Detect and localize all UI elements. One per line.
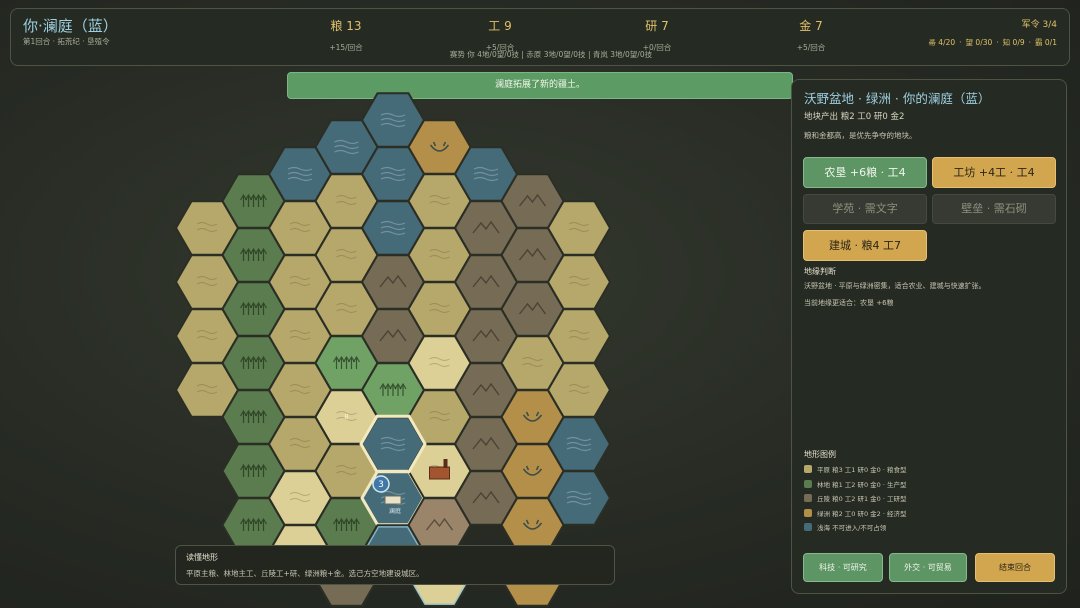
resource-food: 粮 13 +15/回合 xyxy=(291,17,401,53)
quota-sep: · xyxy=(1028,38,1032,47)
quota-knowledge: 知 0/9 xyxy=(1002,38,1025,47)
tile-info-panel: 沃野盆地 · 绿洲 · 你的澜庭（蓝） 地块产出 粮2 工0 研0 金2 粮和金… xyxy=(791,79,1067,594)
resource-food-delta: +15/回合 xyxy=(329,43,363,52)
victory-quotas: 帚 4/20 · 望 0/30 · 知 0/9 · 霸 0/1 xyxy=(924,37,1057,48)
legend-label: 丘陵 粮0 工2 研1 金0 · 工研型 xyxy=(817,495,907,504)
legend-item: 平原 粮3 工1 研0 金0 · 粮食型 xyxy=(804,462,907,477)
build-farm-button[interactable]: 农垦 +6粮 · 工4 xyxy=(803,157,927,188)
resource-gold-value: 金 7 xyxy=(799,19,823,33)
legend-swatch xyxy=(804,523,812,532)
resource-research: 研 7 +0/回合 xyxy=(602,17,712,53)
quota-sep: · xyxy=(996,38,999,47)
legend-item: 浅海 不可进入/不可占领 xyxy=(804,520,907,535)
legend-item: 绿洲 粮2 工0 研0 金2 · 经济型 xyxy=(804,506,907,521)
legend-swatch xyxy=(804,479,812,488)
tile-title: 沃野盆地 · 绿洲 · 你的澜庭（蓝） xyxy=(804,91,991,106)
end-turn-button[interactable]: 结束回合 xyxy=(975,553,1055,582)
race-status: 赛势 你 4地/0望/0技 | 赤原 3地/0望/0技 | 青岚 3地/0望/0… xyxy=(449,50,653,59)
geo-judgement-title: 地缘判断 xyxy=(804,267,836,276)
quota-prestige: 望 0/30 xyxy=(965,38,993,47)
quota-dominance: 霸 0/1 xyxy=(1035,38,1057,47)
legend-label: 浅海 不可进入/不可占领 xyxy=(817,524,887,533)
quota-land: 帚 4/20 xyxy=(928,38,956,47)
build-city-button[interactable]: 建城 · 粮4 工7 xyxy=(803,230,927,261)
tech-button[interactable]: 科技 · 可研究 xyxy=(803,553,883,582)
resource-industry-value: 工 9 xyxy=(488,19,512,33)
legend-label: 林地 粮1 工2 研0 金0 · 生产型 xyxy=(817,480,907,489)
tile-yield: 地块产出 粮2 工0 研0 金2 xyxy=(804,112,905,122)
build-fort-button[interactable]: 壁垒 · 需石砌 xyxy=(932,194,1056,224)
turn-info: 第1回合 · 拓荒纪 · 垦殖令 xyxy=(23,37,110,46)
legend-swatch xyxy=(804,465,812,474)
hint-box: 读懂地形 平原主粮、林地主工、丘陵工+研、绿洲粮+金。选己方空地建设城区。 xyxy=(175,545,615,585)
army-orders: 军令 3/4 xyxy=(1021,20,1057,30)
legend-title: 地形图例 xyxy=(804,450,836,459)
geo-best-choice: 当前地缘更适合：农垦 +6粮 xyxy=(804,299,894,307)
legend-label: 绿洲 粮2 工0 研0 金2 · 经济型 xyxy=(817,509,907,518)
hint-title: 读懂地形 xyxy=(186,553,218,562)
hint-text: 平原主粮、林地主工、丘陵工+研、绿洲粮+金。选己方空地建设城区。 xyxy=(186,569,424,578)
legend-swatch xyxy=(804,508,812,517)
resource-food-value: 粮 13 xyxy=(330,19,362,33)
legend-item: 丘陵 粮0 工2 研1 金0 · 工研型 xyxy=(804,491,907,506)
resource-gold: 金 7 +5/回合 xyxy=(756,17,866,53)
terrain-legend: 平原 粮3 工1 研0 金0 · 粮食型 林地 粮1 工2 研0 金0 · 生产型… xyxy=(804,462,907,535)
build-academy-button[interactable]: 学苑 · 需文字 xyxy=(803,194,927,224)
geo-judgement-text: 沃野盆地 · 平原与绿洲密集，适合农业、建城与快速扩张。 xyxy=(804,282,986,290)
top-status-bar: 你·澜庭（蓝） 第1回合 · 拓荒纪 · 垦殖令 粮 13 +15/回合 工 9… xyxy=(10,8,1070,66)
quota-sep: · xyxy=(959,38,962,47)
notification-banner: 澜庭拓展了新的疆土。 xyxy=(287,72,793,99)
diplomacy-button[interactable]: 外交 · 可贸易 xyxy=(889,553,967,582)
build-workshop-button[interactable]: 工坊 +4工 · 工4 xyxy=(932,157,1056,188)
tile-description: 粮和金都高，是优先争夺的地块。 xyxy=(804,131,917,140)
legend-label: 平原 粮3 工1 研0 金0 · 粮食型 xyxy=(817,466,907,475)
legend-item: 林地 粮1 工2 研0 金0 · 生产型 xyxy=(804,477,907,492)
resource-research-value: 研 7 xyxy=(645,19,669,33)
legend-swatch xyxy=(804,494,812,503)
player-title: 你·澜庭（蓝） xyxy=(23,17,118,35)
resource-industry: 工 9 +5/回合 xyxy=(445,17,555,53)
resource-gold-delta: +5/回合 xyxy=(796,43,826,52)
